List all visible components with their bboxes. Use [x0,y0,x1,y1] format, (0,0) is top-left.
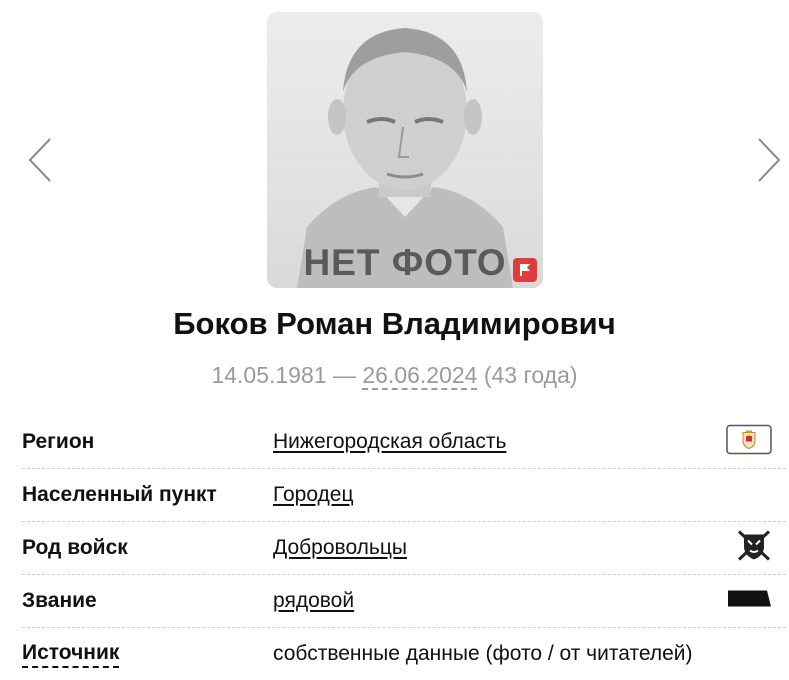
info-row-source: Источник собственные данные (фото / от ч… [22,628,786,680]
source-label-link[interactable]: Источник [22,641,120,668]
flag-icon [520,264,530,276]
next-arrow-button[interactable] [755,137,785,183]
source-value: собственные данные (фото / от читателей) [273,642,693,665]
info-label: Населенный пункт [22,483,217,506]
date-separator: — [332,362,356,388]
age: (43 года) [483,362,578,388]
service-branch-link[interactable]: Добровольцы [273,536,407,560]
rank-link[interactable]: рядовой [273,589,354,613]
region-coat-of-arms-icon[interactable] [726,424,772,460]
death-date-link[interactable]: 26.06.2024 [362,362,478,390]
no-photo-label: НЕТ ФОТО [303,242,507,283]
info-table: Регион Нижегородская область Населенный … [22,416,786,680]
report-flag-button[interactable] [513,258,537,282]
person-name: Боков Роман Владимирович [173,306,616,341]
chevron-right-icon [758,138,781,182]
info-row-region: Регион Нижегородская область [22,416,786,469]
settlement-link[interactable]: Городец [273,483,354,507]
region-link[interactable]: Нижегородская область [273,430,506,454]
rank-insignia-icon [726,588,772,615]
life-dates: 14.05.1981 — 26.06.2024 (43 года) [0,362,789,390]
info-row-service-branch: Род войск Добровольцы [22,522,786,575]
info-row-settlement: Населенный пункт Городец [22,469,786,522]
volunteers-emblem-icon [736,529,772,568]
info-label: Род войск [22,536,128,559]
person-photo-placeholder: НЕТ ФОТО [267,12,543,288]
info-label: Звание [22,589,97,612]
info-row-rank: Звание рядовой [22,575,786,628]
birth-date: 14.05.1981 [211,362,327,388]
chevron-left-icon [28,138,51,182]
info-label: Регион [22,430,95,453]
previous-arrow-button[interactable] [26,137,56,183]
